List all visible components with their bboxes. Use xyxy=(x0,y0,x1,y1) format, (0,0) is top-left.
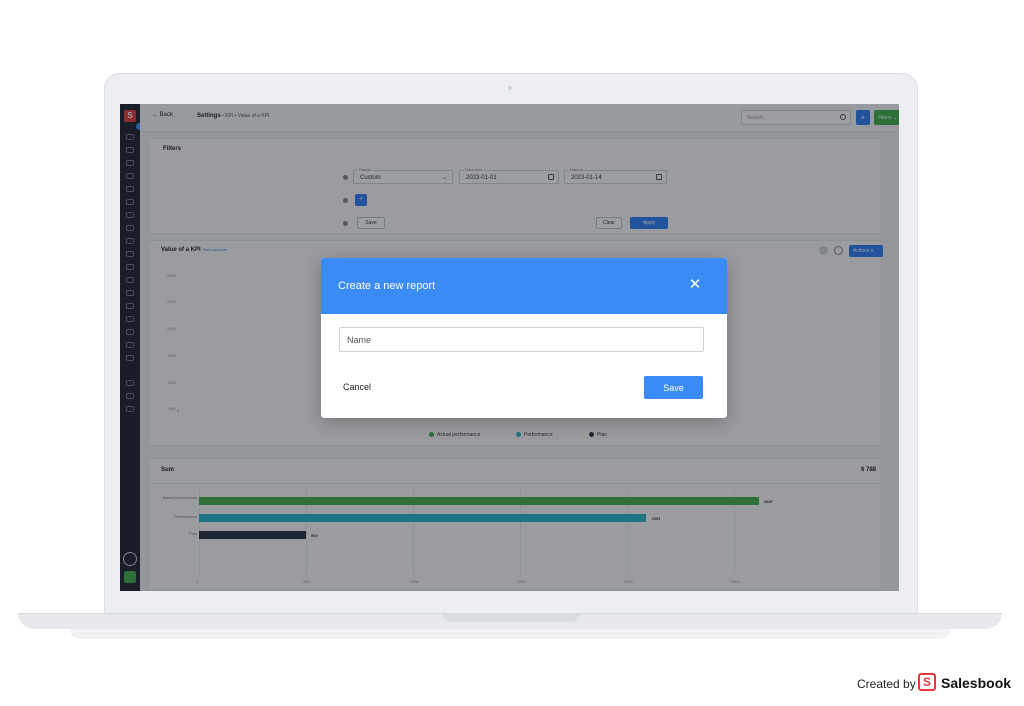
brand-name: Salesbook xyxy=(941,675,1012,691)
laptop-screen: S ← Back Settings • KPI • Value of a KPI… xyxy=(120,104,899,591)
modal-title: Create a new report xyxy=(338,280,436,292)
laptop-camera xyxy=(508,86,512,90)
laptop-notch xyxy=(442,613,580,622)
close-icon[interactable]: ✕ xyxy=(687,277,703,293)
created-by-text: Created by xyxy=(857,677,916,691)
create-report-modal: Create a new report ✕ Cancel Save xyxy=(321,258,727,418)
laptop-shadow xyxy=(70,629,950,639)
stage: S ← Back Settings • KPI • Value of a KPI… xyxy=(0,0,1024,706)
salesbook-logo-icon: S xyxy=(918,673,936,691)
cancel-button[interactable]: Cancel xyxy=(343,382,371,392)
modal-header: Create a new report ✕ xyxy=(321,258,727,314)
report-name-input[interactable] xyxy=(339,327,704,352)
save-button[interactable]: Save xyxy=(644,376,703,399)
